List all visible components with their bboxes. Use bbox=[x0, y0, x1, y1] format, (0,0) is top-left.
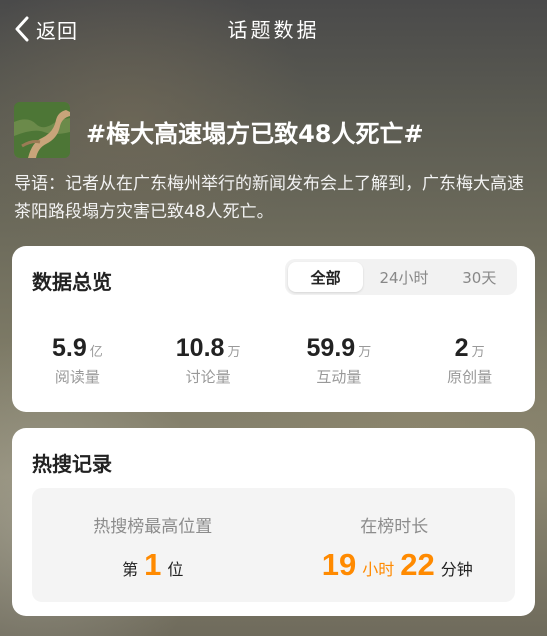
stat-unit: 万 bbox=[227, 345, 241, 360]
topic-thumbnail[interactable] bbox=[14, 102, 70, 158]
stat-value: 59.9 bbox=[306, 334, 356, 362]
time-range-tabs: 全部 24小时 30天 bbox=[285, 259, 517, 295]
hot-search-box: 热搜榜最高位置 第 1 位 在榜时长 19 小时 22 分钟 bbox=[32, 488, 515, 602]
stat-label: 原创量 bbox=[447, 368, 493, 386]
hot-search-card: 热搜记录 热搜榜最高位置 第 1 位 在榜时长 19 小时 22 分钟 bbox=[12, 428, 535, 616]
duration-hours: 19 bbox=[321, 547, 357, 582]
tab-30d[interactable]: 30天 bbox=[442, 259, 517, 295]
stats-row: 5.9 亿 阅读量 10.8 万 讨论量 59.9 万 互动量 2万 原创量 bbox=[12, 334, 535, 387]
duration-label: 在榜时长 bbox=[360, 517, 429, 537]
tab-24h[interactable]: 24小时 bbox=[366, 259, 441, 295]
rank-value: 1 bbox=[144, 547, 162, 582]
stat-discuss: 10.8 万 讨论量 bbox=[143, 334, 274, 387]
data-overview-card: 数据总览 全部 24小时 30天 5.9 亿 阅读量 10.8 万 讨论量 59.9… bbox=[12, 246, 535, 412]
stat-label: 讨论量 bbox=[185, 368, 231, 386]
hours-unit: 小时 bbox=[362, 560, 395, 579]
stat-unit: 万 bbox=[471, 345, 485, 360]
rank-suffix: 位 bbox=[167, 560, 184, 579]
on-list-duration: 在榜时长 19 小时 22 分钟 bbox=[274, 488, 516, 602]
tab-all[interactable]: 全部 bbox=[288, 262, 364, 292]
minutes-unit: 分钟 bbox=[440, 560, 473, 579]
stat-value: 2 bbox=[454, 334, 469, 362]
rank-prefix: 第 bbox=[122, 560, 139, 579]
stat-value: 5.9 bbox=[51, 334, 87, 362]
overview-title: 数据总览 bbox=[32, 270, 112, 294]
stat-read: 5.9 亿 阅读量 bbox=[12, 334, 143, 387]
stat-value: 10.8 bbox=[175, 334, 225, 362]
topic-intro: 导语：记者从在广东梅州举行的新闻发布会上了解到，广东梅大高速茶阳路段塌方灾害已致… bbox=[14, 174, 524, 222]
topic-header: #梅大高速塌方已致48人死亡# bbox=[14, 102, 533, 158]
highest-position-label: 热搜榜最高位置 bbox=[93, 517, 213, 537]
stat-unit: 万 bbox=[358, 345, 372, 360]
stat-label: 阅读量 bbox=[54, 368, 100, 386]
nav-bar: 返回 话题数据 bbox=[0, 0, 547, 58]
stat-interact: 59.9 万 互动量 bbox=[274, 334, 405, 387]
stat-unit: 亿 bbox=[89, 345, 103, 360]
stat-label: 互动量 bbox=[316, 368, 362, 386]
highest-position: 热搜榜最高位置 第 1 位 bbox=[32, 488, 274, 602]
topic-title: #梅大高速塌方已致48人死亡# bbox=[86, 120, 424, 148]
hot-search-title: 热搜记录 bbox=[32, 452, 112, 476]
duration-minutes: 22 bbox=[400, 547, 435, 582]
page-title: 话题数据 bbox=[227, 18, 320, 42]
stat-original: 2万 原创量 bbox=[404, 334, 535, 387]
